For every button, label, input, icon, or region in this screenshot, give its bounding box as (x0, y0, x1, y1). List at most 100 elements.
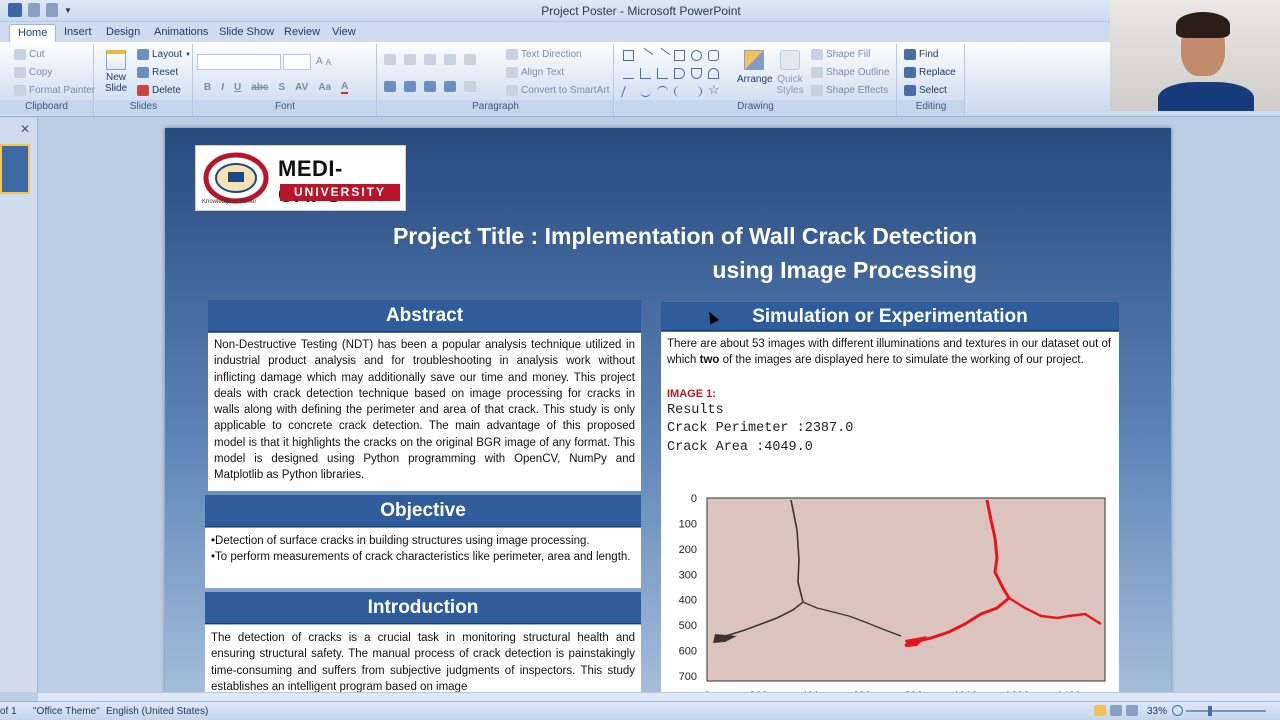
zoom-out-icon[interactable] (1172, 705, 1183, 716)
shadow-icon[interactable]: S (278, 82, 285, 93)
y-tick-label: 0 (691, 493, 697, 505)
y-tick-label: 300 (679, 569, 697, 581)
delete-button[interactable]: Delete (137, 85, 181, 96)
align-text-button[interactable]: Align Text (506, 67, 564, 78)
grow-font-button[interactable]: AA (316, 56, 331, 67)
bullets-icon[interactable] (384, 54, 396, 65)
new-slide-button[interactable]: New Slide (101, 48, 131, 100)
right-arrow-shape-icon[interactable] (674, 68, 685, 79)
convert-smartart-button[interactable]: Convert to SmartArt (506, 85, 609, 96)
simulation-heading[interactable]: Simulation or Experimentation (661, 302, 1119, 331)
tab-animations[interactable]: Animations (146, 24, 216, 42)
pentagon-shape-icon[interactable] (708, 68, 719, 79)
abstract-text[interactable]: Non-Destructive Testing (NDT) has been a… (208, 333, 641, 491)
elbow-arrow-shape-icon[interactable] (657, 68, 668, 79)
align-buttons[interactable] (384, 81, 476, 92)
change-case-icon[interactable]: Aa (318, 82, 331, 93)
tab-insert[interactable]: Insert (56, 24, 100, 42)
list-buttons[interactable] (384, 54, 476, 65)
arrange-button[interactable]: Arrange (737, 48, 773, 85)
shape-fill-button[interactable]: Shape Fill (811, 49, 870, 60)
tab-view[interactable]: View (324, 24, 364, 42)
zoom-level[interactable]: 33% (1147, 706, 1167, 717)
format-painter-button[interactable]: Format Painter (14, 85, 95, 96)
numbering-icon[interactable] (404, 54, 416, 65)
zoom-thumb[interactable] (1208, 705, 1212, 716)
select-button[interactable]: Select (904, 85, 947, 96)
char-spacing-icon[interactable]: AV (295, 82, 308, 93)
underline-icon[interactable]: U (234, 82, 241, 93)
shape-effects-button[interactable]: Shape Effects (811, 85, 888, 96)
cut-button[interactable]: Cut (14, 49, 45, 60)
abstract-heading[interactable]: Abstract (208, 300, 641, 332)
align-right-icon[interactable] (424, 81, 436, 92)
lightning-shape-icon[interactable] (620, 86, 637, 97)
arrow-shape-icon[interactable] (654, 47, 671, 64)
university-seal-icon (203, 152, 269, 204)
select-label: Select (919, 85, 947, 96)
normal-view-icon[interactable] (1094, 705, 1106, 716)
slideshow-view-icon[interactable] (1126, 705, 1138, 716)
slide-sorter-icon[interactable] (1110, 705, 1122, 716)
justify-icon[interactable] (444, 81, 456, 92)
left-brace-shape-icon[interactable] (674, 86, 685, 97)
layout-button[interactable]: Layout ▼ (137, 49, 191, 60)
quick-styles-button[interactable]: Quick Styles (775, 48, 805, 96)
simulation-intro-bold: two (699, 354, 720, 367)
align-center-icon[interactable] (404, 81, 416, 92)
objective-heading[interactable]: Objective (205, 495, 641, 527)
align-left-icon[interactable] (384, 81, 396, 92)
arc-shape-icon[interactable] (657, 86, 668, 97)
italic-icon[interactable]: I (221, 82, 224, 93)
zoom-slider[interactable] (1172, 705, 1266, 716)
text-direction-button[interactable]: Text Direction (506, 49, 582, 60)
font-size-input[interactable] (283, 54, 311, 70)
tab-home[interactable]: Home (9, 24, 57, 42)
zoom-track[interactable] (1186, 705, 1266, 716)
slide-canvas[interactable]: MEDI-CAPS UNIVERSITY Knowledge is Power … (165, 128, 1171, 708)
down-arrow-shape-icon[interactable] (691, 68, 702, 79)
select-arrow-icon (904, 85, 916, 96)
reset-button[interactable]: Reset (137, 67, 178, 78)
shape-outline-button[interactable]: Shape Outline (811, 67, 889, 78)
ribbon: Cut Copy Format Painter Clipboard New Sl… (0, 42, 1280, 117)
brush-icon (14, 85, 26, 96)
right-brace-shape-icon[interactable] (691, 86, 702, 97)
strikethrough-icon[interactable]: abc (251, 82, 268, 93)
font-format-buttons[interactable]: B I U abc S AV Aa A (204, 81, 349, 94)
star-shape-icon[interactable]: ☆ (708, 82, 720, 98)
horizontal-scrollbar[interactable] (38, 692, 1280, 701)
slide-editing-area: MEDI-CAPS UNIVERSITY Knowledge is Power … (38, 118, 1280, 708)
tab-review[interactable]: Review (276, 24, 328, 42)
font-name-input[interactable] (197, 54, 281, 70)
bold-icon[interactable]: B (204, 82, 211, 93)
oval-shape-icon[interactable] (691, 50, 702, 61)
slides-group: New Slide Layout ▼ Reset Delete Slides (95, 44, 193, 116)
poster-title[interactable]: Project Title : Implementation of Wall C… (315, 219, 977, 287)
elbow-connector-shape-icon[interactable] (640, 68, 651, 79)
columns-icon[interactable] (464, 81, 476, 92)
copy-label: Copy (29, 67, 53, 78)
rectangle-shape-icon[interactable] (674, 50, 685, 61)
tab-slide-show[interactable]: Slide Show (211, 24, 282, 42)
tab-design[interactable]: Design (98, 24, 148, 42)
objective-text[interactable]: •Detection of surface cracks in building… (205, 528, 641, 588)
layout-icon (137, 49, 149, 60)
decrease-indent-icon[interactable] (424, 54, 436, 65)
close-pane-icon[interactable]: ✕ (20, 122, 30, 136)
triangle-shape-icon[interactable] (623, 68, 634, 79)
find-button[interactable]: Find (904, 49, 938, 60)
shapes-gallery[interactable]: ☆ (620, 47, 733, 100)
line-spacing-icon[interactable] (464, 54, 476, 65)
introduction-heading[interactable]: Introduction (205, 592, 641, 624)
curve-shape-icon[interactable] (640, 86, 651, 97)
rounded-rect-shape-icon[interactable] (708, 50, 719, 61)
font-color-icon[interactable]: A (341, 81, 349, 94)
increase-indent-icon[interactable] (444, 54, 456, 65)
slide-thumbnail[interactable] (0, 144, 30, 194)
line-shape-icon[interactable] (637, 47, 654, 64)
textbox-shape-icon[interactable] (623, 50, 634, 61)
language-indicator[interactable]: English (United States) (106, 706, 208, 717)
replace-button[interactable]: Replace (904, 67, 956, 78)
copy-button[interactable]: Copy (14, 67, 52, 78)
